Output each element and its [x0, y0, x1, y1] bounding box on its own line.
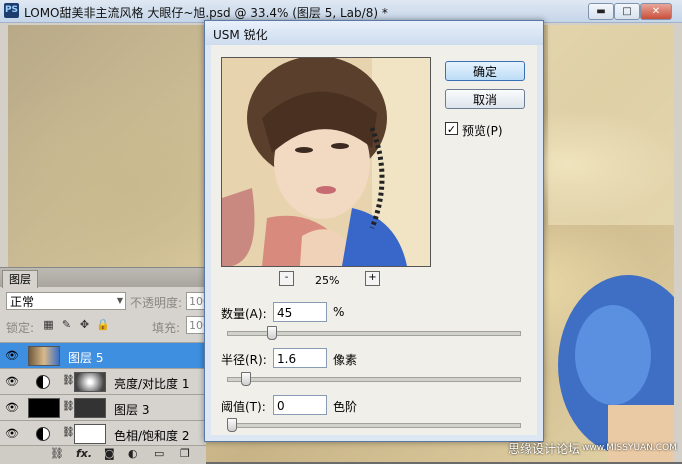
photoshop-app-icon: PS: [4, 3, 19, 18]
layers-panel: 图层 正常 ▼ 不透明度: 100 锁定: ▦ ✎ ✥ 🔒 填充: 100 👁 …: [0, 267, 216, 464]
portrait-preview: [222, 58, 430, 266]
adjustment-layer-icon: [36, 375, 50, 389]
ok-button[interactable]: 确定: [445, 61, 525, 81]
threshold-slider-thumb[interactable]: [227, 418, 237, 432]
group-folder-icon[interactable]: ▭: [154, 447, 164, 460]
amount-unit: %: [333, 305, 345, 319]
tab-layers[interactable]: 图层: [2, 270, 38, 288]
watermark-url: www.MISSYUAN.COM: [582, 443, 677, 453]
photoshop-window: PS LOMO甜美非主流风格 大眼仔~旭.psd @ 33.4% (图层 5, …: [0, 0, 682, 464]
preview-image[interactable]: [221, 57, 431, 267]
zoom-in-button[interactable]: +: [365, 271, 380, 286]
eye-icon[interactable]: 👁: [4, 401, 20, 415]
fx-icon[interactable]: fx.: [76, 447, 92, 460]
threshold-label: 阈值(T):: [221, 400, 266, 414]
layer-row[interactable]: 👁 ⛓ 图层 3: [0, 394, 206, 421]
threshold-unit: 色阶: [333, 400, 358, 414]
blend-mode-select[interactable]: 正常: [6, 292, 126, 310]
layers-footer: ⛓ fx. ◙ ◐ ▭ ❐: [0, 445, 206, 464]
dialog-body: - 25% + 确定 取消 ✓ 预览(P) 数量(A): 45 % 半径(R):…: [211, 45, 537, 435]
watermark-text: 思缘设计论坛: [508, 442, 581, 456]
layer-mask-thumbnail: [74, 424, 106, 444]
unsharp-mask-dialog: USM 锐化 - 25% + 确定 取消 ✓ 预览(P) 数量(A): 45 %…: [204, 20, 544, 442]
layer-row[interactable]: 👁 图层 5: [0, 342, 206, 369]
amount-slider-thumb[interactable]: [266, 326, 277, 340]
lock-all-icon[interactable]: 🔒: [96, 318, 110, 331]
chain-link-icon[interactable]: ⛓: [62, 427, 75, 438]
close-button[interactable]: ✕: [640, 3, 672, 20]
eye-icon[interactable]: 👁: [4, 427, 20, 441]
dialog-title: USM 锐化: [213, 28, 268, 42]
amount-label: 数量(A):: [221, 307, 267, 321]
chain-link-icon[interactable]: ⛓: [62, 375, 75, 386]
layer-mask-thumbnail: [74, 372, 106, 392]
radius-slider-track[interactable]: [227, 377, 521, 382]
zoom-out-button[interactable]: -: [279, 271, 294, 286]
radius-unit: 像素: [333, 353, 358, 367]
link-layers-icon[interactable]: ⛓: [50, 447, 64, 460]
eye-icon[interactable]: 👁: [4, 375, 20, 389]
layer-name: 亮度/对比度 1: [114, 377, 190, 391]
cancel-button[interactable]: 取消: [445, 89, 525, 109]
preview-checkbox[interactable]: ✓: [445, 122, 458, 136]
threshold-slider-track[interactable]: [227, 423, 521, 428]
maximize-button[interactable]: □: [614, 3, 640, 20]
preview-label: 预览(P): [462, 124, 503, 138]
chevron-down-icon[interactable]: ▼: [114, 292, 126, 310]
threshold-input[interactable]: 0: [273, 395, 327, 415]
adjustment-icon[interactable]: ◐: [128, 447, 138, 460]
layer-thumbnail: [28, 398, 60, 418]
add-mask-icon[interactable]: ◙: [104, 447, 115, 460]
layer-name: 图层 5: [68, 351, 104, 365]
layer-row[interactable]: 👁 ⛓ 色相/饱和度 2: [0, 420, 206, 447]
minimize-button[interactable]: ▬: [588, 3, 614, 20]
layers-tabbar: 图层: [0, 268, 206, 288]
layer-name: 色相/饱和度 2: [114, 429, 190, 443]
layer-row[interactable]: 👁 ⛓ 亮度/对比度 1: [0, 368, 206, 395]
eye-icon[interactable]: 👁: [4, 349, 20, 363]
lock-move-icon[interactable]: ✥: [78, 318, 91, 331]
adjustment-layer-icon: [36, 427, 50, 441]
opacity-label: 不透明度:: [130, 296, 183, 310]
radius-label: 半径(R):: [221, 353, 267, 367]
lock-brush-icon[interactable]: ✎: [60, 318, 73, 331]
window-title: LOMO甜美非主流风格 大眼仔~旭.psd @ 33.4% (图层 5, Lab…: [24, 6, 388, 20]
lock-transparency-icon[interactable]: ▦: [42, 318, 55, 331]
fill-label: 填充:: [152, 321, 181, 335]
lock-label: 锁定:: [6, 321, 35, 335]
layer-name: 图层 3: [114, 403, 150, 417]
new-layer-icon[interactable]: ❐: [180, 447, 190, 460]
amount-input[interactable]: 45: [273, 302, 327, 322]
dialog-titlebar[interactable]: USM 锐化: [205, 21, 543, 45]
zoom-level: 25%: [315, 274, 340, 287]
layer-thumbnail: [28, 346, 60, 366]
chain-link-icon[interactable]: ⛓: [62, 401, 75, 412]
radius-slider-thumb[interactable]: [241, 372, 252, 386]
layer-mask-thumbnail: [74, 398, 106, 418]
radius-input[interactable]: 1.6: [273, 348, 327, 368]
